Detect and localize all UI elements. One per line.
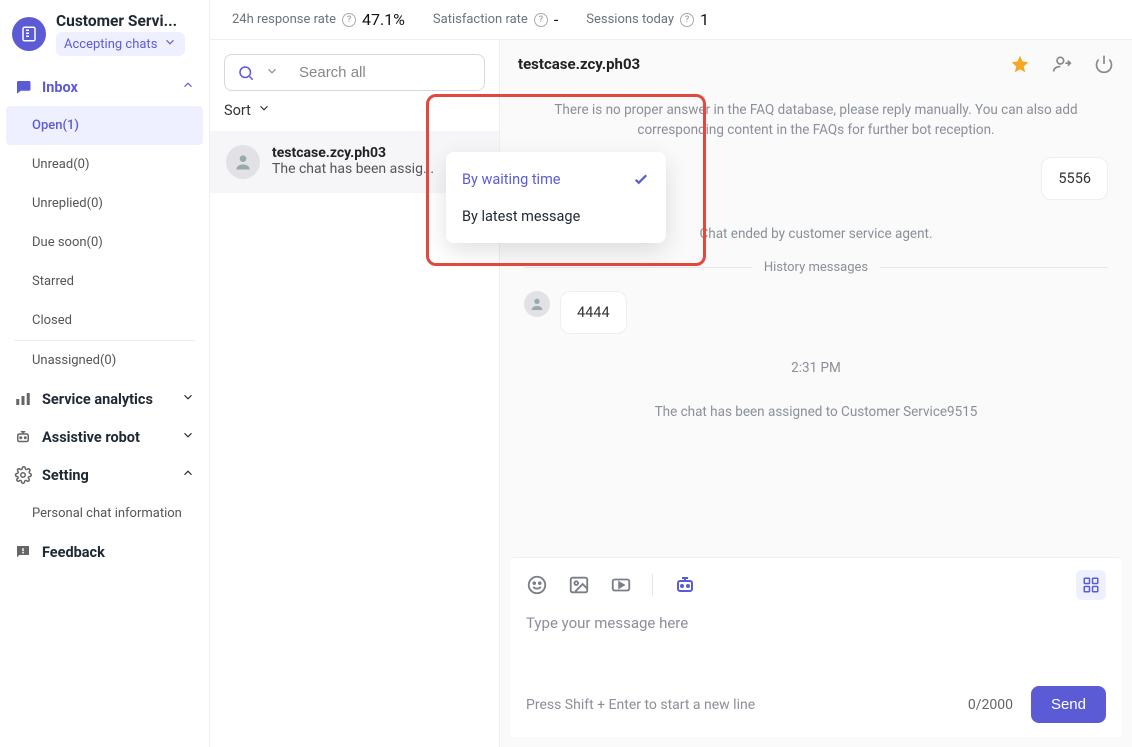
brand-logo — [12, 17, 46, 51]
metric-label: 24h response rate — [232, 12, 336, 27]
history-divider: History messages — [524, 260, 1108, 275]
sort-dropdown[interactable]: Sort — [210, 101, 499, 131]
search-icon — [237, 64, 255, 82]
composer-hint: Press Shift + Enter to start a new line — [526, 697, 755, 713]
chevron-down-icon — [257, 101, 271, 119]
metric-sessions: Sessions today ? 1 — [586, 10, 709, 29]
gear-icon — [14, 466, 32, 484]
nav-feedback[interactable]: Feedback — [0, 533, 209, 571]
chat-bubble-icon — [14, 78, 32, 96]
feedback-icon — [14, 543, 32, 561]
metric-response-rate: 24h response rate ? 47.1% — [232, 10, 405, 29]
chevron-down-icon — [181, 390, 195, 408]
sort-popover: By waiting time By latest message — [446, 152, 666, 243]
brand-block: Customer Servi... Accepting chats — [0, 0, 209, 60]
nav-setting-label: Setting — [42, 467, 89, 484]
video-icon[interactable] — [610, 574, 632, 596]
metric-satisfaction: Satisfaction rate ? - — [433, 10, 558, 29]
nav-robot[interactable]: Assistive robot — [0, 418, 209, 456]
composer: Press Shift + Enter to start a new line … — [510, 557, 1122, 737]
message-input[interactable] — [526, 614, 1106, 652]
metric-value: 47.1% — [362, 10, 405, 29]
main-area: 24h response rate ? 47.1% Satisfaction r… — [210, 0, 1132, 747]
message-bubble: 4444 — [560, 291, 627, 334]
history-label: History messages — [764, 260, 868, 275]
chevron-down-icon — [163, 35, 177, 53]
help-icon[interactable]: ? — [534, 13, 548, 27]
faq-notice: There is no proper answer in the FAQ dat… — [536, 100, 1096, 141]
metric-value: 1 — [700, 10, 709, 29]
chevron-up-icon — [181, 78, 195, 96]
composer-toolbar — [510, 558, 1122, 606]
check-icon — [632, 170, 650, 188]
chat-title: testcase.zcy.ph03 — [518, 55, 640, 73]
nav-item-unreplied[interactable]: Unreplied(0) — [0, 184, 209, 223]
brand-title: Customer Servi... — [56, 12, 185, 30]
separator — [652, 574, 653, 596]
search-input[interactable] — [299, 64, 498, 81]
metric-label: Sessions today — [586, 12, 674, 27]
char-counter: 0/2000 — [968, 697, 1013, 713]
search-box[interactable] — [224, 54, 485, 91]
robot-icon — [14, 428, 32, 446]
assigned-text: The chat has been assigned to Customer S… — [655, 402, 978, 422]
nav-setting[interactable]: Setting — [0, 456, 209, 494]
nav-feedback-label: Feedback — [42, 544, 105, 561]
help-icon[interactable]: ? — [342, 13, 356, 27]
nav-inbox[interactable]: Inbox — [0, 68, 209, 106]
metric-label: Satisfaction rate — [433, 12, 528, 27]
send-button[interactable]: Send — [1031, 686, 1106, 723]
power-icon[interactable] — [1094, 54, 1114, 74]
transfer-icon[interactable] — [1052, 54, 1072, 74]
nav-robot-label: Assistive robot — [42, 429, 140, 446]
apps-grid-icon[interactable] — [1076, 570, 1106, 600]
nav-analytics-label: Service analytics — [42, 391, 153, 408]
avatar — [226, 145, 260, 179]
status-dropdown[interactable]: Accepting chats — [56, 32, 185, 56]
timestamp: 2:31 PM — [791, 358, 841, 378]
nav-item-starred[interactable]: Starred — [0, 262, 209, 301]
image-icon[interactable] — [568, 574, 590, 596]
nav-item-unread[interactable]: Unread(0) — [0, 145, 209, 184]
emoji-icon[interactable] — [526, 574, 548, 596]
robot-icon[interactable] — [673, 573, 697, 597]
sort-option-latest[interactable]: By latest message — [446, 198, 666, 235]
topbar: 24h response rate ? 47.1% Satisfaction r… — [210, 0, 1132, 40]
nav-item-personal[interactable]: Personal chat information — [0, 494, 209, 533]
metric-value: - — [554, 10, 558, 29]
nav-item-unassigned[interactable]: Unassigned(0) — [0, 341, 209, 380]
nav-inbox-label: Inbox — [42, 79, 171, 96]
sort-option-label: By latest message — [462, 208, 580, 225]
chevron-down-icon — [181, 428, 195, 446]
chat-ended-text: Chat ended by customer service agent. — [699, 224, 932, 244]
nav-item-closed[interactable]: Closed — [0, 301, 209, 340]
avatar — [524, 291, 550, 317]
chat-header: testcase.zcy.ph03 — [500, 40, 1132, 88]
chat-column: testcase.zcy.ph03 There is — [500, 40, 1132, 747]
star-icon[interactable] — [1010, 54, 1030, 74]
sort-label: Sort — [224, 102, 251, 119]
nav-item-open[interactable]: Open(1) — [6, 106, 203, 145]
help-icon[interactable]: ? — [680, 13, 694, 27]
message-bubble: 5556 — [1041, 157, 1108, 200]
chevron-down-icon[interactable] — [265, 63, 279, 82]
bar-chart-icon — [14, 390, 32, 408]
status-label: Accepting chats — [64, 37, 157, 52]
sort-option-label: By waiting time — [462, 171, 561, 188]
chevron-up-icon — [181, 466, 195, 484]
chat-list-column: Sort testcase.zcy.ph03 The chat has been… — [210, 40, 500, 747]
nav-item-due-soon[interactable]: Due soon(0) — [0, 223, 209, 262]
sidebar: Customer Servi... Accepting chats Inbox — [0, 0, 210, 747]
nav-analytics[interactable]: Service analytics — [0, 380, 209, 418]
sort-option-waiting[interactable]: By waiting time — [446, 160, 666, 198]
